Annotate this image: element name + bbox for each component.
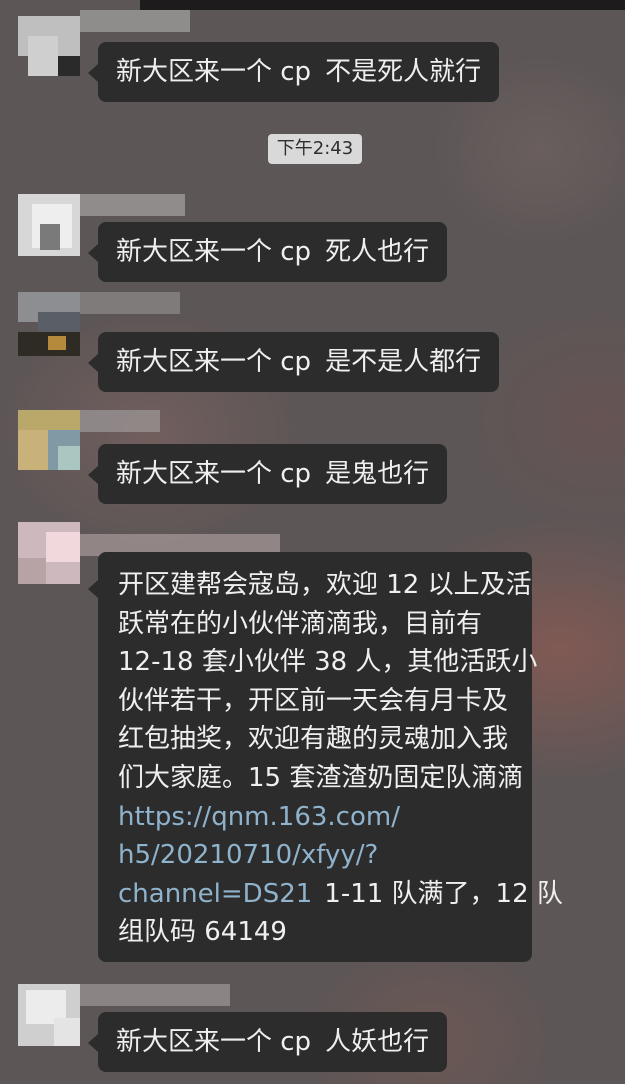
message-bubble[interactable]: 新大区来一个 cp 是不是人都行 [87,332,500,392]
message-bubble[interactable]: 新大区来一个 cp 死人也行 [87,222,448,282]
message-text: 新大区来一个 cp [116,57,312,87]
message-text: 新大区来一个 cp [116,237,312,267]
message-line: 组队码 64149 [118,917,287,948]
message-line: 伙伴若干，开区前一天会有月卡及 [118,685,509,716]
message-bubble[interactable]: 新大区来一个 cp 不是死人就行 [87,42,500,102]
message-line: 开区建帮会寇岛，欢迎 12 以上及活 [118,570,532,600]
avatar[interactable] [18,10,190,78]
message-text-suffix: 是不是人都行 [325,347,482,377]
message-line: 们大家庭。15 套渣渣奶固定队滴滴 [118,762,524,793]
status-bar-edge [140,0,625,10]
message-text: 新大区来一个 cp [116,1027,312,1057]
message-bubble[interactable]: 新大区来一个 cp 人妖也行 [87,1012,448,1072]
message-link[interactable]: https://qnm.163.com/ [118,798,514,837]
message-line: 红包抽奖，欢迎有趣的灵魂加入我 [118,724,509,755]
long-message-bubble[interactable]: 开区建帮会寇岛，欢迎 12 以上及活 跃常在的小伙伴滴滴我，目前有 12-18 … [88,552,563,962]
avatar[interactable] [18,194,185,256]
message-text-suffix: 不是死人就行 [325,57,482,87]
avatar[interactable] [18,522,280,584]
message-text: 新大区来一个 cp [116,347,312,377]
message-line: 12-18 套小伙伴 38 人，其他活跃小 [118,647,538,678]
message-text-suffix: 人妖也行 [325,1027,430,1057]
message-text-suffix: 是鬼也行 [325,459,430,489]
message-line: 1-11 队满了，12 队 [324,878,563,909]
message-text: 新大区来一个 cp [116,459,312,489]
message-text-suffix: 死人也行 [325,237,430,267]
timestamp-label: 下午2:43 [268,134,362,164]
avatar[interactable] [18,410,160,472]
message-bubble[interactable]: 新大区来一个 cp 是鬼也行 [87,444,448,504]
avatar[interactable] [18,984,230,1046]
avatar[interactable] [18,292,180,356]
message-line: 跃常在的小伙伴滴滴我，目前有 [118,608,483,639]
message-link[interactable]: h5/20210710/xfyy/? [118,836,514,875]
message-link[interactable]: channel=DS21 [118,879,312,909]
